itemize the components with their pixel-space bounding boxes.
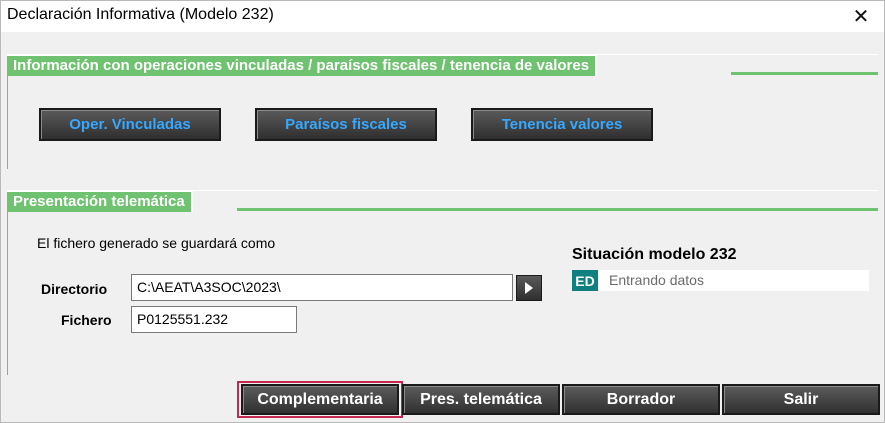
info-section-divider [731, 72, 878, 75]
situacion-title: Situación modelo 232 [572, 246, 737, 263]
directorio-label: Directorio [41, 281, 108, 297]
fichero-input[interactable]: P0125551.232 [131, 306, 297, 333]
file-note: El fichero generado se guardará como [37, 235, 276, 251]
play-arrow-icon [525, 282, 533, 294]
salir-label: Salir [783, 390, 819, 408]
directorio-input[interactable]: C:\AEAT\A3SOC\2023\ [131, 274, 513, 301]
borrador-button[interactable]: Borrador [562, 384, 720, 415]
window-title: Declaración Informativa (Modelo 232) [7, 6, 274, 23]
borrador-label: Borrador [606, 390, 676, 408]
status-text: Entrando datos [599, 270, 869, 291]
pres-telematica-label: Pres. telemática [420, 390, 542, 408]
telematic-section-divider [237, 208, 878, 211]
dialog-window: Declaración Informativa (Modelo 232) ✕ I… [0, 0, 885, 423]
oper-vinculadas-label: Oper. Vinculadas [69, 116, 191, 133]
tenencia-valores-button[interactable]: Tenencia valores [471, 108, 653, 141]
fichero-label: Fichero [61, 312, 112, 328]
close-icon: ✕ [852, 5, 870, 28]
paraisos-fiscales-label: Paraísos fiscales [285, 116, 407, 133]
paraisos-fiscales-button[interactable]: Paraísos fiscales [255, 108, 437, 141]
tenencia-valores-label: Tenencia valores [501, 116, 623, 133]
info-section-header: Información con operaciones vinculadas /… [7, 54, 598, 76]
pres-telematica-button[interactable]: Pres. telemática [402, 384, 560, 415]
title-bar: Declaración Informativa (Modelo 232) ✕ [1, 1, 884, 32]
dialog-body: Información con operaciones vinculadas /… [1, 32, 884, 422]
telematic-section-header: Presentación telemática [7, 190, 193, 212]
browse-directory-button[interactable] [516, 275, 542, 301]
close-button[interactable]: ✕ [848, 3, 874, 29]
oper-vinculadas-button[interactable]: Oper. Vinculadas [39, 108, 221, 141]
complementaria-label: Complementaria [257, 390, 383, 408]
salir-button[interactable]: Salir [722, 384, 880, 415]
status-badge: ED [572, 270, 598, 291]
complementaria-button[interactable]: Complementaria [241, 384, 399, 415]
